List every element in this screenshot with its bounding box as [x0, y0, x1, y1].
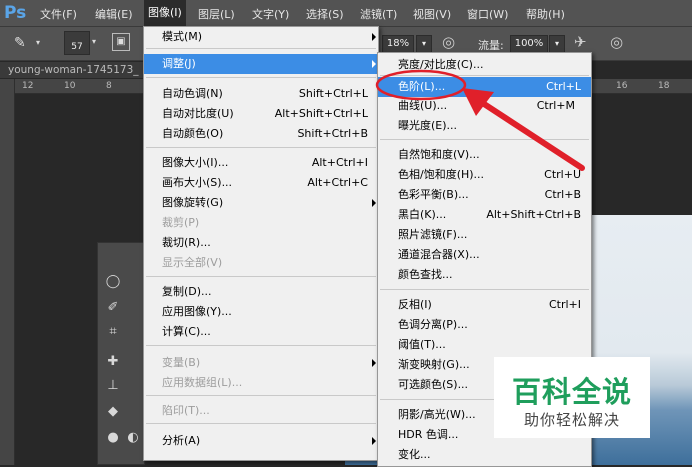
watermark-title: 百科全说 — [511, 375, 632, 409]
watermark-subtitle: 助你轻松解决 — [523, 411, 620, 429]
watermark-logo: 百科全说 助你轻松解决 — [494, 357, 650, 438]
annotation-arrow-shaft — [475, 97, 585, 171]
annotation-arrow-head — [462, 88, 494, 116]
annotation-ellipse — [375, 69, 467, 101]
